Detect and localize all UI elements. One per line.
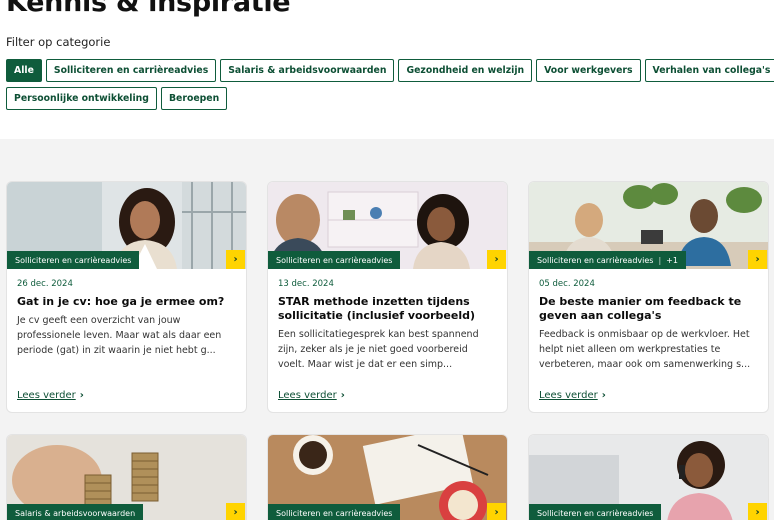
filter-chip-solliciteren[interactable]: Solliciteren en carrièreadvies (45, 59, 217, 82)
read-more-link[interactable]: Lees verder › (539, 390, 606, 401)
article-grid: Solliciteren en carrièreadvies › 26 dec.… (0, 139, 774, 520)
article-card[interactable]: Solliciteren en carrièreadvies › 13 dec.… (267, 181, 508, 413)
extra-tags-count: +1 (666, 255, 678, 265)
filter-chip-alle[interactable]: Alle (6, 59, 42, 82)
category-filter-bar: Alle Solliciteren en carrièreadvies Sala… (6, 59, 774, 115)
category-tag: Solliciteren en carrièreadvies (268, 504, 401, 520)
article-card[interactable]: Solliciteren en carrièreadvies | +1 › 05 d… (528, 181, 769, 413)
category-tag: Solliciteren en carrièreadvies (529, 504, 662, 520)
article-image: Solliciteren en carrièreadvies › (268, 435, 507, 520)
article-title[interactable]: STAR methode inzetten tijdens sollicitat… (278, 295, 497, 323)
filter-chip-beroepen[interactable]: Beroepen (160, 87, 228, 110)
filter-chip-werkgevers[interactable]: Voor werkgevers (536, 59, 641, 82)
article-card[interactable]: Solliciteren en carrièreadvies › 26 dec.… (6, 181, 247, 413)
category-tag: Solliciteren en carrièreadvies | +1 (529, 251, 686, 269)
article-image: Salaris & arbeidsvoorwaarden › (7, 435, 246, 520)
article-card[interactable]: Solliciteren en carrièreadvies › (267, 434, 508, 520)
article-excerpt: Feedback is onmisbaar op de werkvloer. H… (539, 329, 751, 370)
article-date: 26 dec. 2024 (17, 279, 73, 289)
filter-label: Filter op categorie (6, 35, 111, 49)
category-tag: Salaris & arbeidsvoorwaarden (7, 504, 144, 520)
chevron-right-icon[interactable]: › (748, 250, 767, 269)
chevron-right-icon[interactable]: › (748, 503, 767, 520)
filter-chip-ontwikkeling[interactable]: Persoonlijke ontwikkeling (6, 87, 157, 110)
chevron-right-icon[interactable]: › (226, 503, 245, 520)
read-more-link[interactable]: Lees verder › (278, 390, 345, 401)
read-more-link[interactable]: Lees verder › (17, 390, 84, 401)
category-tag: Solliciteren en carrièreadvies (268, 251, 401, 269)
article-title[interactable]: Gat in je cv: hoe ga je ermee om? (17, 295, 236, 309)
chevron-right-icon: › (340, 390, 345, 401)
chevron-right-icon[interactable]: › (487, 250, 506, 269)
article-date: 05 dec. 2024 (539, 279, 595, 289)
filter-chip-gezondheid[interactable]: Gezondheid en welzijn (398, 59, 533, 82)
article-excerpt: Je cv geeft een overzicht van jouw profe… (17, 315, 222, 356)
article-image: Solliciteren en carrièreadvies › (7, 182, 246, 269)
article-card[interactable]: Solliciteren en carrièreadvies › (528, 434, 769, 520)
article-title[interactable]: De beste manier om feedback te geven aan… (539, 295, 758, 323)
chevron-right-icon: › (79, 390, 84, 401)
page-title: Kennis & inspiratie (6, 0, 291, 18)
article-card[interactable]: Salaris & arbeidsvoorwaarden › (6, 434, 247, 520)
article-image: Solliciteren en carrièreadvies › (529, 435, 768, 520)
article-date: 13 dec. 2024 (278, 279, 334, 289)
filter-chip-verhalen[interactable]: Verhalen van collega's (644, 59, 774, 82)
article-image: Solliciteren en carrièreadvies | +1 › (529, 182, 768, 269)
chevron-right-icon[interactable]: › (226, 250, 245, 269)
chevron-right-icon: › (601, 390, 606, 401)
filter-chip-salaris[interactable]: Salaris & arbeidsvoorwaarden (220, 59, 395, 82)
chevron-right-icon[interactable]: › (487, 503, 506, 520)
article-excerpt: Een sollicitatiegesprek kan best spannen… (278, 329, 479, 370)
category-tag: Solliciteren en carrièreadvies (7, 251, 140, 269)
article-image: Solliciteren en carrièreadvies › (268, 182, 507, 269)
